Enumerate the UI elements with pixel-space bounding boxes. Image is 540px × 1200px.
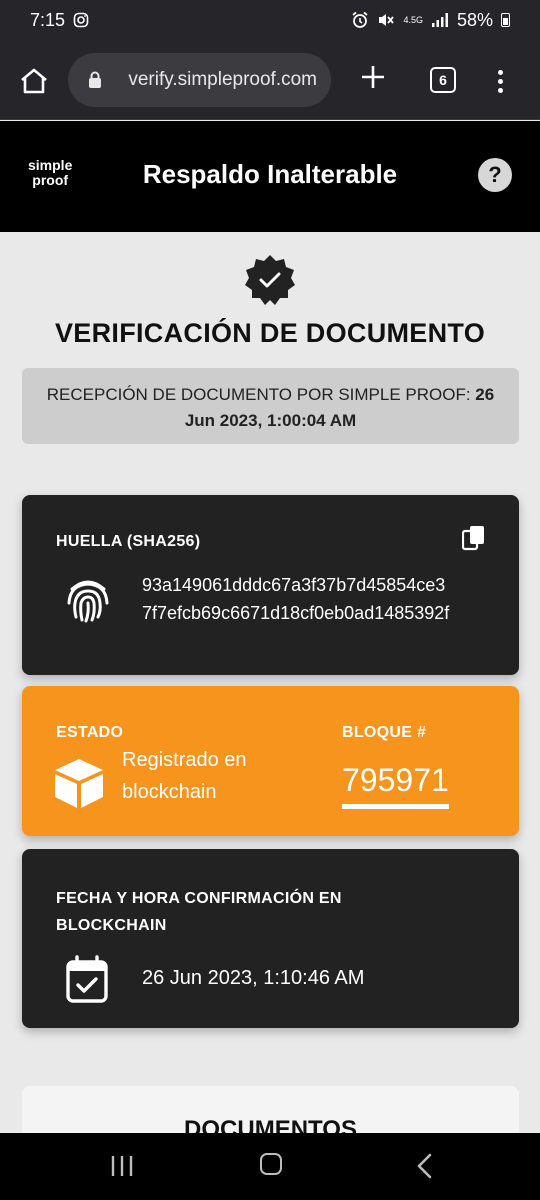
block-number-link[interactable]: 795971 xyxy=(342,762,449,799)
alarm-icon xyxy=(352,11,369,28)
home-button[interactable] xyxy=(18,66,50,96)
status-value-line2: blockchain xyxy=(122,781,217,803)
cube-icon xyxy=(55,759,103,808)
hash-card: HUELLA (SHA256) 93a149061dddc67a3f37b7d4… xyxy=(22,495,519,675)
more-dot xyxy=(497,78,503,84)
hash-line2: 7f7efcb69c6671d18cf0eb0ad1485392f xyxy=(142,603,450,623)
reception-label: RECEPCIÓN DE DOCUMENTO POR SIMPLE PROOF: xyxy=(46,385,471,404)
mute-icon xyxy=(379,14,395,26)
status-value: Registrado en blockchain xyxy=(122,744,282,808)
tab-switcher-button[interactable]: 6 xyxy=(430,67,456,93)
confirmation-date-card: FECHA Y HORA CONFIRMACIÓN EN BLOCKCHAIN … xyxy=(22,849,519,1028)
more-options-button[interactable] xyxy=(490,64,510,98)
battery-icon xyxy=(501,13,510,27)
new-tab-button[interactable] xyxy=(360,64,386,90)
site-header: simple proof Respaldo Inalterable ? xyxy=(0,121,540,232)
page-title: VERIFICACIÓN DE DOCUMENTO xyxy=(54,318,486,348)
calendar-check-icon xyxy=(66,955,108,1003)
status-card: ESTADO Registrado en blockchain BLOQUE #… xyxy=(22,686,519,836)
confirmation-label: FECHA Y HORA CONFIRMACIÓN EN BLOCKCHAIN xyxy=(56,885,342,939)
url-text: verify.simpleproof.com xyxy=(128,69,317,90)
block-number-underline xyxy=(342,804,449,809)
verified-badge-icon xyxy=(245,255,295,305)
site-title: Respaldo Inalterable xyxy=(142,159,398,189)
back-icon[interactable] xyxy=(414,1153,436,1179)
system-nav-bar xyxy=(0,1133,540,1200)
plus-icon xyxy=(362,66,384,88)
status-time: 7:15 xyxy=(30,9,66,30)
home-nav-icon[interactable] xyxy=(260,1153,282,1175)
help-icon: ? xyxy=(488,162,502,187)
hash-label: HUELLA (SHA256) xyxy=(56,533,201,550)
browser-toolbar: verify.simpleproof.com 6 xyxy=(0,40,540,120)
copy-icon[interactable] xyxy=(462,525,486,551)
battery-percent: 58% xyxy=(456,9,493,30)
fingerprint-icon xyxy=(67,580,109,623)
address-bar[interactable]: verify.simpleproof.com xyxy=(68,53,331,107)
more-dot xyxy=(497,69,503,75)
confirmation-label-line2: BLOCKCHAIN xyxy=(56,917,167,934)
lock-icon xyxy=(89,71,101,88)
hash-line1: 93a149061dddc67a3f37b7d45854ce3 xyxy=(142,575,446,595)
confirmation-date-value: 26 Jun 2023, 1:10:46 AM xyxy=(142,967,365,989)
reception-box: RECEPCIÓN DE DOCUMENTO POR SIMPLE PROOF:… xyxy=(22,368,519,444)
instagram-icon xyxy=(73,12,89,28)
status-label: ESTADO xyxy=(56,724,124,741)
network-type: 4.5G xyxy=(403,15,423,25)
status-value-line1: Registrado en xyxy=(122,749,247,771)
more-dot xyxy=(497,87,503,93)
signal-icon xyxy=(431,13,448,27)
help-button[interactable]: ? xyxy=(478,158,512,192)
block-label: BLOQUE # xyxy=(342,724,427,741)
home-icon xyxy=(21,68,47,94)
tab-count: 6 xyxy=(439,72,447,88)
status-bar: 7:15 4.5G 58% xyxy=(0,0,540,40)
hash-value: 93a149061dddc67a3f37b7d45854ce3 7f7efcb6… xyxy=(142,571,449,627)
recent-apps-icon[interactable] xyxy=(110,1155,134,1177)
confirmation-label-line1: FECHA Y HORA CONFIRMACIÓN EN xyxy=(56,890,342,907)
